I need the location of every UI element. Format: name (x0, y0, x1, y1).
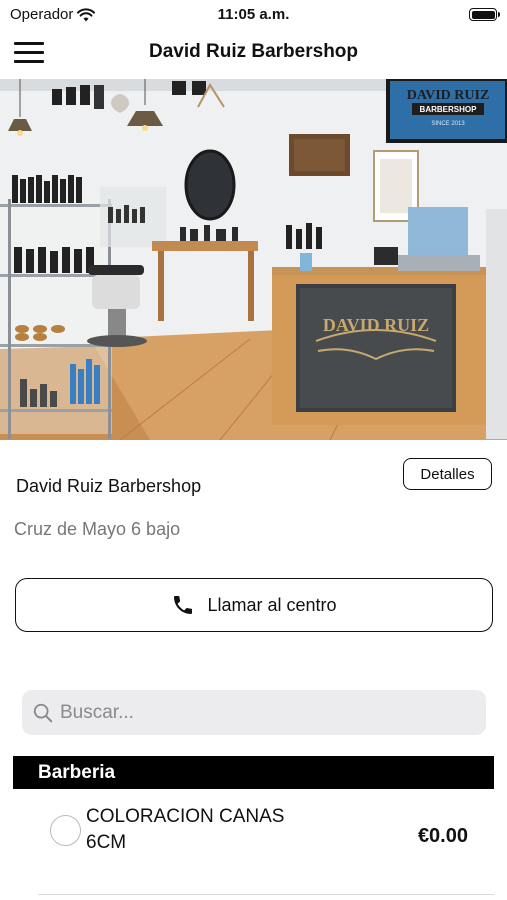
category-header: Barberia (13, 756, 494, 789)
service-name: COLORACION CANAS 6CM (86, 806, 285, 853)
status-time: 11:05 a.m. (217, 6, 290, 23)
battery-icon (469, 8, 500, 21)
call-center-button[interactable]: Llamar al centro (15, 578, 493, 632)
service-price: €0.00 (417, 825, 468, 847)
details-button[interactable]: Detalles (403, 458, 492, 490)
search-icon (33, 703, 53, 722)
shop-photo: DAVID RUIZ BARBERSHOP SINCE 2013 DAVID R… (0, 79, 507, 440)
counter-sign-text: DAVID RUIZ (323, 315, 429, 335)
tv-sign-subtitle: BARBERSHOP (420, 105, 478, 114)
nav-bar: David Ruiz Barbershop (0, 28, 507, 78)
service-row[interactable]: COLORACION CANAS 6CM €0.00 (38, 790, 494, 895)
page-title: David Ruiz Barbershop (148, 41, 359, 62)
status-bar: Operador 11:05 a.m. (0, 0, 507, 28)
tv-sign-title: DAVID RUIZ (407, 88, 490, 103)
call-center-label: Llamar al centro (207, 594, 337, 615)
phone-icon (174, 596, 193, 614)
service-select-radio[interactable] (50, 815, 81, 846)
search-input[interactable] (60, 701, 460, 724)
search-bar (22, 690, 486, 735)
tv-sign-since: SINCE 2013 (431, 121, 465, 127)
shop-address: Cruz de Mayo 6 bajo (14, 519, 181, 539)
shop-name: David Ruiz Barbershop (16, 476, 202, 496)
